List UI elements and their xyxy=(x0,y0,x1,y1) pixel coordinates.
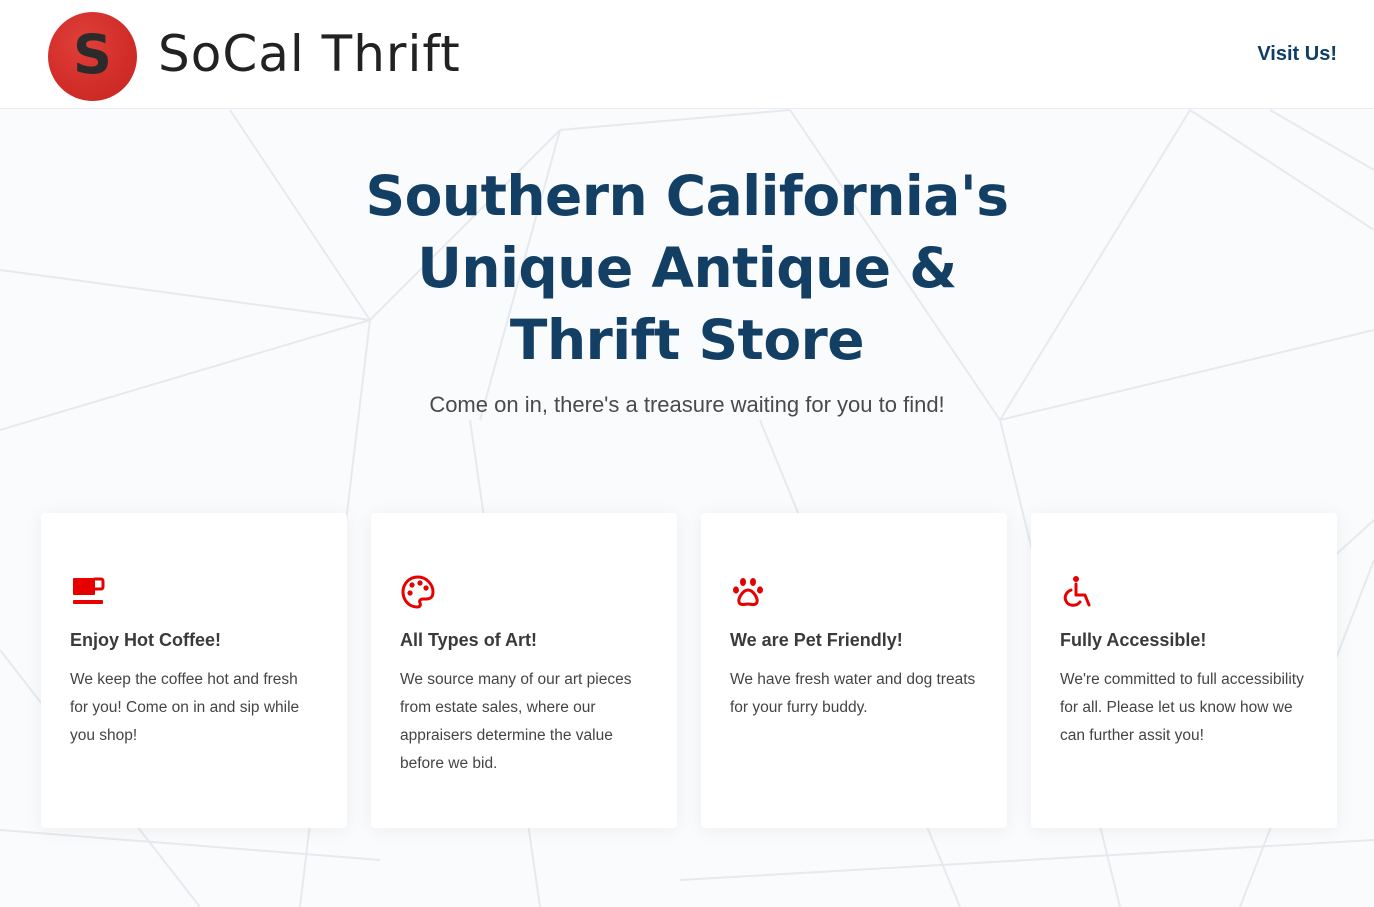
logo-badge[interactable]: S xyxy=(48,12,137,101)
site-header: S SoCal Thrift Visit Us! xyxy=(0,0,1374,109)
feature-title: We are Pet Friendly! xyxy=(730,630,903,650)
wheelchair-icon xyxy=(1063,576,1091,607)
feature-card-pets: We are Pet Friendly! We have fresh water… xyxy=(701,513,1007,828)
hero-section: Southern California's Unique Antique & T… xyxy=(0,160,1374,420)
feature-text: We keep the coffee hot and fresh for you… xyxy=(70,671,300,744)
feature-card-art: All Types of Art! We source many of our … xyxy=(371,513,677,828)
feature-title: All Types of Art! xyxy=(400,630,538,650)
feature-text: We source many of our art pieces from es… xyxy=(400,671,632,772)
logo-letter: S xyxy=(73,22,112,86)
feature-text: We have fresh water and dog treats for y… xyxy=(730,671,976,716)
hero-title: Southern California's Unique Antique & T… xyxy=(365,164,1009,372)
page: S SoCal Thrift Visit Us! Southern Califo… xyxy=(0,0,1374,907)
coffee-cup-icon xyxy=(73,577,105,604)
logo-wordmark[interactable]: SoCal Thrift xyxy=(158,24,461,84)
feature-title: Fully Accessible! xyxy=(1060,630,1207,650)
feature-title: Enjoy Hot Coffee! xyxy=(70,630,221,650)
feature-card-coffee: Enjoy Hot Coffee! We keep the coffee hot… xyxy=(41,513,347,828)
paw-icon xyxy=(733,578,763,606)
feature-card-accessible: Fully Accessible! We're committed to ful… xyxy=(1031,513,1337,828)
visit-us-link[interactable]: Visit Us! xyxy=(1257,40,1337,68)
palette-icon xyxy=(401,575,435,609)
features-section: Enjoy Hot Coffee! We keep the coffee hot… xyxy=(41,513,1337,828)
hero-subtitle: Come on in, there's a treasure waiting f… xyxy=(429,392,945,417)
feature-text: We're committed to full accessibility fo… xyxy=(1060,671,1304,744)
